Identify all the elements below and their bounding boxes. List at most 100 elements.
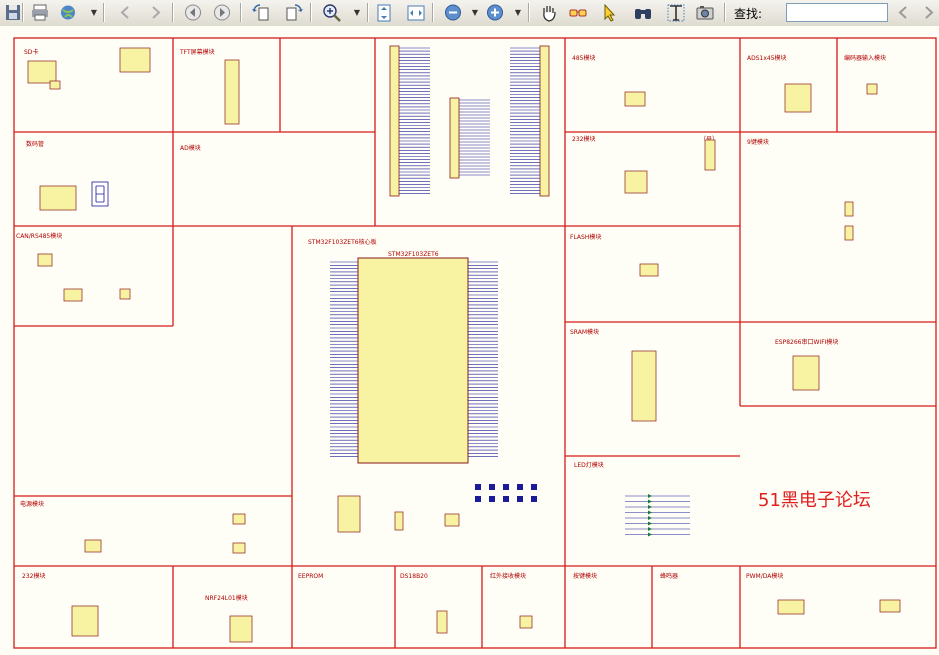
globe-icon[interactable] bbox=[57, 2, 79, 23]
module-label-segment: 数码管 bbox=[26, 140, 44, 148]
pad bbox=[475, 484, 481, 490]
component-chip bbox=[71, 605, 99, 637]
print-icon[interactable] bbox=[29, 2, 51, 23]
zoom-in-dropdown-arrow-icon[interactable]: ▼ bbox=[514, 2, 522, 23]
find-previous-icon[interactable] bbox=[893, 2, 915, 23]
pad bbox=[517, 484, 523, 490]
led-diode bbox=[648, 532, 652, 537]
module-label-can: CAN/RS485模块 bbox=[16, 232, 62, 240]
module-label-ds18b20: DS18B20 bbox=[400, 573, 428, 580]
component-chip bbox=[844, 225, 854, 241]
prev-page-icon[interactable] bbox=[182, 2, 204, 23]
toolbar-separator bbox=[172, 3, 174, 22]
component-chip bbox=[394, 511, 404, 531]
component-chip bbox=[27, 60, 57, 84]
toolbar-separator bbox=[724, 3, 726, 22]
header-wires bbox=[399, 47, 540, 194]
module-label-keypad: 按键模块 bbox=[573, 572, 597, 580]
module-label-flash: FLASH模块 bbox=[570, 233, 601, 241]
component-chip bbox=[49, 80, 61, 90]
find-label: 查找: bbox=[734, 7, 763, 21]
zoom-out-dropdown-arrow-icon[interactable]: ▼ bbox=[471, 2, 479, 23]
component-chip bbox=[119, 288, 131, 300]
led-diode bbox=[648, 499, 652, 504]
module-label-tft: TFT屏幕模块 bbox=[179, 48, 215, 56]
component-chip bbox=[624, 170, 648, 194]
find-input[interactable] bbox=[786, 3, 888, 22]
component-chip bbox=[784, 83, 812, 113]
component-chip bbox=[844, 201, 854, 217]
component-chip bbox=[63, 288, 83, 302]
led-diode bbox=[648, 516, 652, 520]
component-chip bbox=[631, 350, 657, 422]
toolbar-separator bbox=[103, 3, 105, 22]
seven-segment-display bbox=[91, 181, 109, 207]
pad bbox=[503, 496, 509, 502]
module-label-ad: AD模块 bbox=[180, 144, 201, 152]
select-arrow-icon[interactable] bbox=[598, 2, 620, 23]
component-chip bbox=[39, 185, 77, 211]
pad bbox=[517, 496, 523, 502]
next-page-icon[interactable] bbox=[211, 2, 233, 23]
module-label-buzzer: 蜂鸣器 bbox=[660, 572, 678, 580]
component-chip bbox=[119, 47, 151, 73]
module-label-485: 485模块 bbox=[572, 54, 595, 62]
save-icon[interactable] bbox=[2, 2, 24, 23]
forward-arrow-icon[interactable] bbox=[144, 2, 166, 23]
led-diode bbox=[648, 510, 652, 515]
fit-page-icon[interactable] bbox=[373, 2, 395, 23]
component-chip bbox=[232, 513, 246, 525]
text-select-icon[interactable] bbox=[665, 2, 687, 23]
toolbar-separator bbox=[240, 3, 242, 22]
toolbar-separator bbox=[367, 3, 369, 22]
component-chip bbox=[37, 253, 53, 267]
hand-icon[interactable] bbox=[538, 2, 560, 23]
module-label-ir: 红外接收模块 bbox=[490, 572, 526, 580]
component-chip bbox=[866, 83, 878, 95]
toolbar-separator bbox=[528, 3, 530, 22]
schematic-page[interactable]: SD卡 TFT屏幕模块 485模块 ADS1x45模块 编码器输入模块 数码管 … bbox=[0, 26, 939, 651]
stm32-chip[interactable]: STM32F103ZET6 bbox=[357, 251, 469, 464]
pad bbox=[503, 484, 509, 490]
rotate-left-icon[interactable] bbox=[250, 2, 272, 23]
globe-dropdown-arrow-icon[interactable]: ▼ bbox=[90, 2, 98, 23]
back-arrow-icon[interactable] bbox=[115, 2, 137, 23]
binoculars-icon[interactable] bbox=[632, 2, 654, 23]
component-chip bbox=[436, 610, 448, 634]
module-label-sram: SRAM模块 bbox=[570, 328, 599, 336]
component-chip bbox=[84, 539, 102, 553]
component-chip bbox=[224, 59, 240, 125]
pad bbox=[489, 496, 495, 502]
module-label-adc: ADS1x45模块 bbox=[747, 54, 787, 62]
zoom-in-plus-icon[interactable] bbox=[484, 2, 506, 23]
zoom-out-minus-icon[interactable] bbox=[442, 2, 464, 23]
schematic-drawing: SD卡 TFT屏幕模块 485模块 ADS1x45模块 编码器输入模块 数码管 … bbox=[13, 37, 937, 649]
component-chip bbox=[879, 599, 901, 613]
module-label-encoder: 编码器输入模块 bbox=[844, 54, 886, 62]
led-array bbox=[625, 494, 690, 537]
module-label-232b: 232模块 bbox=[22, 572, 45, 580]
module-label-core: STM32F103ZET6核心板 bbox=[308, 238, 377, 246]
pad bbox=[475, 496, 481, 502]
led-diode bbox=[648, 494, 652, 498]
module-label-eeprom: EEPROM bbox=[298, 573, 323, 580]
chip-label: STM32F103ZET6 bbox=[388, 251, 439, 258]
zoom-in-icon[interactable] bbox=[321, 2, 343, 23]
led-diode bbox=[648, 505, 652, 509]
glasses-icon[interactable] bbox=[567, 2, 589, 23]
fit-width-icon[interactable] bbox=[405, 2, 427, 23]
component-chip bbox=[777, 599, 805, 615]
rotate-right-icon[interactable] bbox=[283, 2, 305, 23]
component-chip bbox=[519, 615, 533, 629]
led-diode bbox=[648, 521, 652, 526]
find-next-icon[interactable] bbox=[917, 2, 939, 23]
toolbar: ▼ ▼ ▼ ▼ 查找: bbox=[0, 0, 939, 27]
component-chip bbox=[229, 615, 253, 643]
toolbar-separator bbox=[432, 3, 434, 22]
pad bbox=[531, 484, 537, 490]
component-chip bbox=[792, 355, 820, 391]
module-label-motor: 电源模块 bbox=[20, 500, 44, 508]
camera-icon[interactable] bbox=[694, 2, 716, 23]
zoom-dropdown-arrow-icon[interactable]: ▼ bbox=[353, 2, 361, 23]
component-chip bbox=[639, 263, 659, 277]
